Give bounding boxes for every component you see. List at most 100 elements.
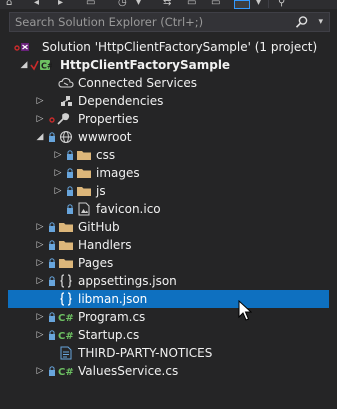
- tree-item-libman[interactable]: libman.json: [8, 290, 329, 308]
- search-options-icon[interactable]: ▾: [318, 15, 323, 29]
- solution-icon: [14, 38, 30, 56]
- lock-icon: [66, 164, 74, 182]
- csharp-file-icon: C#: [58, 362, 74, 380]
- tree-item-program[interactable]: ▷ C# Program.cs: [0, 308, 329, 326]
- search-icon[interactable]: [295, 15, 309, 29]
- tree-item-project[interactable]: ◢ C# HttpClientFactorySample: [0, 56, 329, 74]
- svg-text:C#: C#: [58, 331, 74, 342]
- folder-icon: [76, 146, 92, 164]
- program-label: Program.cs: [78, 310, 146, 324]
- tree-item-dependencies[interactable]: ▷ Dependencies: [0, 92, 329, 110]
- tree-item-values-service[interactable]: ▷ C# ValuesService.cs: [0, 362, 329, 380]
- json-file-icon: [58, 272, 74, 290]
- handlers-label: Handlers: [78, 238, 132, 252]
- css-label: css: [96, 148, 116, 162]
- folder-icon: [58, 254, 74, 272]
- preview-dropdown-icon[interactable]: ▾: [256, 0, 261, 8]
- connected-services-icon: [58, 74, 74, 92]
- collapse-arrow-icon[interactable]: ▷: [35, 308, 45, 326]
- preview-toggle-icon[interactable]: [234, 0, 250, 9]
- svg-text:C#: C#: [58, 313, 74, 324]
- collapse-arrow-icon[interactable]: ▷: [53, 164, 63, 182]
- expand-arrow-icon[interactable]: ◢: [35, 128, 45, 146]
- text-file-icon: [58, 344, 74, 362]
- show-all-icon[interactable]: ▭: [211, 0, 220, 8]
- tree-item-github[interactable]: ▷ GitHub: [0, 218, 329, 236]
- svg-text:C#: C#: [41, 62, 52, 71]
- lock-icon: [66, 200, 74, 218]
- tree-item-handlers[interactable]: ▷ Handlers: [0, 236, 329, 254]
- lock-icon: [48, 128, 56, 146]
- search-input[interactable]: [10, 13, 305, 31]
- favicon-label: favicon.ico: [96, 202, 161, 216]
- tree-item-properties[interactable]: ▷ Properties: [0, 110, 329, 128]
- tree-item-solution[interactable]: Solution 'HttpClientFactorySample' (1 pr…: [0, 38, 329, 56]
- toolbar: ⌂ ◂ ▸ ▭ ◷ ▾ ⇆ ▭ ▭ ▾ ⚲: [0, 0, 337, 9]
- lock-icon: [48, 254, 56, 272]
- tree-item-css[interactable]: ▷ css: [0, 146, 329, 164]
- tree-item-wwwroot[interactable]: ◢ wwwroot: [0, 128, 329, 146]
- collapse-arrow-icon[interactable]: ▷: [53, 182, 63, 200]
- collapse-arrow-icon[interactable]: ▷: [35, 110, 45, 128]
- folder-icon: [58, 218, 74, 236]
- tree-item-appsettings[interactable]: ▷ appsettings.json: [0, 272, 329, 290]
- lock-icon: [48, 272, 56, 290]
- history-icon[interactable]: ◷: [118, 0, 127, 8]
- lock-icon: [48, 362, 56, 380]
- image-file-icon: [76, 200, 92, 218]
- csharp-file-icon: C#: [58, 308, 74, 326]
- search-box[interactable]: ▾: [9, 12, 330, 32]
- json-file-icon: [58, 290, 74, 308]
- appsettings-label: appsettings.json: [78, 274, 177, 288]
- collapse-icon[interactable]: ▭: [187, 0, 196, 8]
- libman-label: libman.json: [78, 292, 148, 306]
- tree-item-third-party-notices[interactable]: THIRD-PARTY-NOTICES: [0, 344, 329, 362]
- globe-icon: [58, 128, 74, 146]
- lock-icon: [66, 146, 74, 164]
- tree-item-startup[interactable]: ▷ C# Startup.cs: [0, 326, 329, 344]
- home-icon[interactable]: ⌂: [6, 0, 12, 8]
- folder-icon: [58, 236, 74, 254]
- svg-text:C#: C#: [58, 367, 74, 378]
- tree-item-images[interactable]: ▷ images: [0, 164, 329, 182]
- forward-icon[interactable]: ▸: [58, 0, 63, 8]
- collapse-arrow-icon[interactable]: ▷: [35, 272, 45, 290]
- collapse-arrow-icon[interactable]: ▷: [35, 362, 45, 380]
- images-label: images: [96, 166, 140, 180]
- back-icon[interactable]: ◂: [34, 0, 39, 8]
- folder-icon: [76, 164, 92, 182]
- pages-label: Pages: [78, 256, 114, 270]
- lock-icon: [66, 182, 74, 200]
- lock-icon: [48, 236, 56, 254]
- lock-icon: [48, 326, 56, 344]
- toolbar-separator: [268, 0, 269, 8]
- properties-icon[interactable]: ⚲: [278, 0, 285, 8]
- connected-services-label: Connected Services: [78, 76, 198, 90]
- tree-item-favicon[interactable]: favicon.ico: [0, 200, 329, 218]
- collapse-arrow-icon[interactable]: ▷: [35, 92, 45, 110]
- expand-arrow-icon[interactable]: ◢: [19, 56, 29, 74]
- tree-item-connected-services[interactable]: Connected Services: [0, 74, 329, 92]
- solution-label: Solution 'HttpClientFactorySample' (1 pr…: [42, 40, 318, 54]
- dependencies-label: Dependencies: [78, 94, 164, 108]
- sync-icon[interactable]: ⇆: [163, 0, 171, 8]
- tree-item-pages[interactable]: ▷ Pages: [0, 254, 329, 272]
- startup-label: Startup.cs: [78, 328, 140, 342]
- values-service-label: ValuesService.cs: [78, 364, 179, 378]
- third-party-notices-label: THIRD-PARTY-NOTICES: [78, 346, 213, 360]
- collapse-arrow-icon[interactable]: ▷: [35, 218, 45, 236]
- project-icon: C#: [30, 56, 52, 74]
- collapse-arrow-icon[interactable]: ▷: [53, 146, 63, 164]
- collapse-arrow-icon[interactable]: ▷: [35, 254, 45, 272]
- dependencies-icon: [58, 92, 74, 110]
- mouse-cursor-icon: [238, 300, 252, 322]
- document-icon[interactable]: ▭: [86, 0, 95, 8]
- folder-icon: [76, 182, 92, 200]
- history-dropdown-icon[interactable]: ▾: [136, 0, 141, 8]
- tree-item-js[interactable]: ▷ js: [0, 182, 329, 200]
- lock-icon: [48, 218, 56, 236]
- collapse-arrow-icon[interactable]: ▷: [35, 326, 45, 344]
- collapse-arrow-icon[interactable]: ▷: [35, 236, 45, 254]
- csharp-file-icon: C#: [58, 326, 74, 344]
- properties-label: Properties: [78, 112, 139, 126]
